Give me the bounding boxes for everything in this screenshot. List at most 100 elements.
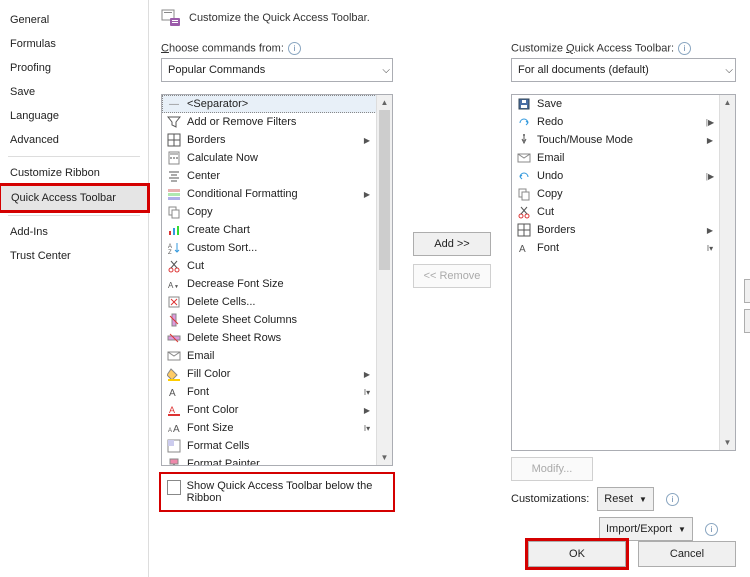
list-item[interactable]: A▼Decrease Font Size [162, 275, 377, 293]
list-item[interactable]: Delete Sheet Rows [162, 329, 377, 347]
list-item[interactable]: Copy [512, 185, 720, 203]
list-item[interactable]: Center [162, 167, 377, 185]
list-item-label: Delete Sheet Columns [187, 314, 372, 326]
list-item[interactable]: Copy [162, 203, 377, 221]
font-icon: A [167, 385, 181, 399]
list-item[interactable]: —<Separator> [162, 95, 377, 113]
copy-icon [167, 205, 181, 219]
list-item-label: Delete Cells... [187, 296, 372, 308]
list-item[interactable]: Create Chart [162, 221, 377, 239]
scroll-down-icon[interactable]: ▼ [720, 435, 735, 450]
list-item[interactable]: Undo|▶ [512, 167, 720, 185]
list-item[interactable]: Touch/Mouse Mode▶ [512, 131, 720, 149]
list-item[interactable]: Delete Cells... [162, 293, 377, 311]
list-item-label: Center [187, 170, 372, 182]
import-export-button[interactable]: Import/Export▼ [599, 517, 693, 541]
chevron-down-icon: ⌵ [725, 65, 733, 76]
list-item-label: Add or Remove Filters [187, 116, 372, 128]
commands-listbox[interactable]: —<Separator> Add or Remove Filters Borders… [161, 94, 393, 466]
list-item[interactable]: Email [512, 149, 720, 167]
info-icon[interactable]: i [288, 42, 301, 55]
customizations-label: Customizations: [511, 493, 589, 505]
scroll-down-icon[interactable]: ▼ [377, 450, 392, 465]
borders-icon [517, 223, 531, 237]
list-item[interactable]: Conditional Formatting▶ [162, 185, 377, 203]
separator-icon: — [167, 97, 181, 111]
sidebar-item-language[interactable]: Language [0, 104, 148, 128]
cut-icon [517, 205, 531, 219]
list-item[interactable]: Cut [512, 203, 720, 221]
list-item[interactable]: Save [512, 95, 720, 113]
list-item[interactable]: A Font I▾ [162, 383, 377, 401]
move-down-button[interactable]: ▼ [744, 309, 750, 333]
list-item-label: Calculate Now [187, 152, 372, 164]
sidebar-item-proofing[interactable]: Proofing [0, 56, 148, 80]
sidebar-item-formulas[interactable]: Formulas [0, 32, 148, 56]
reset-button[interactable]: Reset▼ [597, 487, 654, 511]
main-panel: Customize the Quick Access Toolbar. Choo… [149, 0, 750, 577]
remove-button[interactable]: << Remove [413, 264, 491, 288]
choose-commands-combo[interactable]: Popular Commands⌵ [161, 58, 393, 82]
modify-button[interactable]: Modify... [511, 457, 593, 481]
sidebar-item-advanced[interactable]: Advanced [0, 128, 148, 152]
list-item-label: Borders [187, 134, 356, 146]
delcells-icon [167, 295, 181, 309]
fontcolor-icon: A [167, 403, 181, 417]
scroll-up-icon[interactable]: ▲ [377, 95, 392, 110]
fill-icon [167, 367, 181, 381]
info-icon[interactable]: i [705, 523, 718, 536]
info-icon[interactable]: i [666, 493, 679, 506]
customize-qat-combo[interactable]: For all documents (default)⌵ [511, 58, 736, 82]
save-icon [517, 97, 531, 111]
show-below-ribbon-checkbox[interactable] [167, 480, 181, 495]
list-item[interactable]: AZCustom Sort... [162, 239, 377, 257]
move-up-button[interactable]: ▲ [744, 279, 750, 303]
fontsize-icon: AA [167, 421, 181, 435]
scrollbar[interactable]: ▲ ▼ [719, 95, 735, 450]
ok-button[interactable]: OK [528, 541, 626, 567]
svg-text:Z: Z [168, 250, 172, 255]
list-item[interactable]: Add or Remove Filters [162, 113, 377, 131]
scroll-up-icon[interactable]: ▲ [720, 95, 735, 110]
submenu-indicator-icon: ▶ [362, 136, 372, 145]
sidebar-item-general[interactable]: General [0, 8, 148, 32]
page-title: Customize the Quick Access Toolbar. [189, 12, 370, 24]
copy-icon [517, 187, 531, 201]
sidebar-item-quick-access-toolbar[interactable]: Quick Access Toolbar [0, 185, 148, 211]
list-item-label: Conditional Formatting [187, 188, 356, 200]
qat-listbox[interactable]: SaveRedo|▶Touch/Mouse Mode▶EmailUndo|▶ Co… [511, 94, 736, 451]
list-item-label: Font [187, 386, 356, 398]
list-item[interactable]: Cut [162, 257, 377, 275]
list-item-label: Format Cells [187, 440, 372, 452]
sidebar-item-trust-center[interactable]: Trust Center [0, 244, 148, 268]
list-item[interactable]: AFont Color▶ [162, 401, 377, 419]
delcols-icon [167, 313, 181, 327]
info-icon[interactable]: i [678, 42, 691, 55]
list-item[interactable]: Format Cells [162, 437, 377, 455]
sidebar-item-add-ins[interactable]: Add-Ins [0, 220, 148, 244]
scrollbar[interactable]: ▲ ▼ [376, 95, 392, 465]
submenu-indicator-icon: I▾ [362, 424, 372, 433]
svg-text:A: A [519, 244, 526, 255]
chart-icon [167, 223, 181, 237]
list-item[interactable]: Delete Sheet Columns [162, 311, 377, 329]
choose-commands-label: Choose commands from:i [161, 42, 393, 55]
list-item[interactable]: AFontI▾ [512, 239, 720, 257]
list-item[interactable]: Borders▶ [512, 221, 720, 239]
list-item[interactable]: Fill Color▶ [162, 365, 377, 383]
submenu-indicator-icon: ▶ [705, 226, 715, 235]
list-item[interactable]: Borders ▶ [162, 131, 377, 149]
sidebar-item-save[interactable]: Save [0, 80, 148, 104]
submenu-indicator-icon: I▾ [362, 388, 372, 397]
list-item-label: Copy [537, 188, 715, 200]
list-item[interactable]: Format Painter [162, 455, 377, 466]
list-item[interactable]: Calculate Now [162, 149, 377, 167]
cancel-button[interactable]: Cancel [638, 541, 736, 567]
add-button[interactable]: Add >> [413, 232, 491, 256]
list-item-label: Cut [537, 206, 715, 218]
list-item[interactable]: Redo|▶ [512, 113, 720, 131]
list-item[interactable]: Email [162, 347, 377, 365]
submenu-indicator-icon: ▶ [362, 406, 372, 415]
sidebar-item-customize-ribbon[interactable]: Customize Ribbon [0, 161, 148, 185]
list-item[interactable]: AAFont SizeI▾ [162, 419, 377, 437]
